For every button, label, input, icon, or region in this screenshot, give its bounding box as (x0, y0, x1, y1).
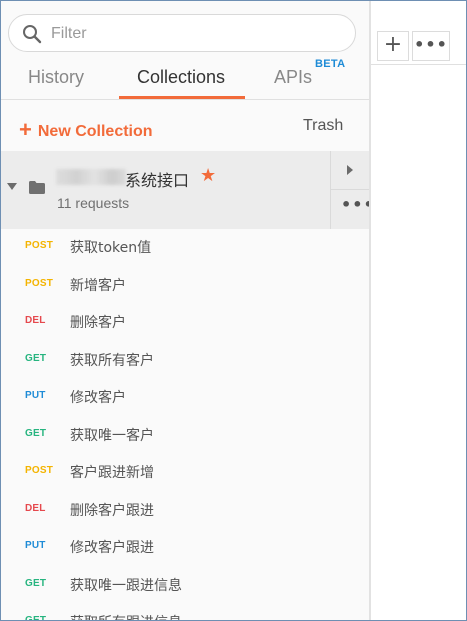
tabs-divider (1, 99, 370, 100)
request-item[interactable]: POST 新增客户 (1, 267, 370, 305)
method-badge: DEL (25, 502, 46, 514)
tab-apis[interactable]: APIsBETA (274, 58, 345, 88)
collection-actions: ••• (330, 151, 370, 229)
tab-collections[interactable]: Collections (137, 67, 225, 88)
trash-button[interactable]: Trash (303, 117, 343, 135)
method-badge: PUT (25, 390, 46, 401)
app-window: History Collections APIsBETA + New Collec… (0, 0, 467, 621)
main-pane: + ••• (371, 1, 466, 620)
search-input[interactable] (51, 22, 341, 46)
request-item[interactable]: POST 客户跟进新增 (1, 454, 370, 492)
method-badge: POST (25, 465, 54, 476)
request-list: POST 获取token值 POST 新增客户 DEL 删除客户 GET 获取所有客户 PUT 修… (1, 229, 370, 621)
sidebar-tabs: History Collections APIsBETA (1, 58, 370, 101)
chevron-right-icon[interactable] (347, 165, 353, 175)
method-badge: GET (25, 427, 47, 439)
method-badge: PUT (25, 540, 46, 551)
new-collection-button[interactable]: + New Collection (19, 116, 153, 142)
more-options-icon[interactable]: ••• (341, 197, 370, 213)
request-name: 获取唯一客户 (70, 427, 154, 444)
folder-icon (29, 181, 45, 194)
plus-icon: + (19, 117, 32, 142)
request-item[interactable]: PUT 修改客户 (1, 379, 370, 417)
request-name: 获取所有客户 (70, 352, 154, 369)
redacted-text (56, 169, 126, 185)
divider (331, 189, 370, 190)
method-badge: POST (25, 277, 54, 289)
collection-name: 系统接口 (125, 171, 190, 190)
tab-history[interactable]: History (28, 67, 84, 88)
new-tab-button[interactable]: + (377, 31, 409, 61)
request-name: 删除客户跟进 (70, 502, 154, 519)
request-item[interactable]: DEL 删除客户跟进 (1, 492, 370, 530)
request-item[interactable]: GET 获取所有客户 (1, 342, 370, 380)
request-name: 获取token值 (70, 240, 152, 256)
request-item[interactable]: GET 获取所有跟进信息 (1, 604, 370, 621)
star-icon[interactable]: ★ (200, 165, 216, 186)
request-name: 客户跟进新增 (70, 465, 154, 481)
method-badge: GET (25, 352, 47, 364)
collection-request-count: 11 requests (57, 195, 130, 211)
request-name: 新增客户 (70, 277, 126, 294)
more-tabs-button[interactable]: ••• (412, 31, 450, 61)
request-item[interactable]: PUT 修改客户跟进 (1, 529, 370, 567)
sidebar: History Collections APIsBETA + New Collec… (1, 1, 370, 621)
request-name: 修改客户 (70, 390, 126, 406)
request-name: 获取唯一跟进信息 (70, 577, 182, 594)
request-name: 修改客户跟进 (70, 540, 154, 556)
tab-apis-label: APIs (274, 67, 313, 87)
search-icon (23, 25, 42, 44)
method-badge: GET (25, 615, 47, 621)
new-collection-label: New Collection (37, 123, 153, 140)
request-name: 删除客户 (70, 315, 126, 331)
collection-item[interactable]: 系统接口 ★ 11 requests ••• (1, 151, 370, 229)
request-item[interactable]: GET 获取唯一客户 (1, 417, 370, 455)
method-badge: POST (25, 240, 54, 251)
request-name: 获取所有跟进信息 (70, 612, 182, 620)
request-item[interactable]: GET 获取唯一跟进信息 (1, 567, 370, 605)
method-badge: DEL (25, 315, 46, 326)
request-item[interactable]: POST 获取token值 (1, 229, 370, 267)
beta-badge: BETA (315, 58, 346, 70)
filter-box[interactable] (8, 14, 356, 52)
method-badge: GET (25, 577, 47, 589)
request-item[interactable]: DEL 删除客户 (1, 304, 370, 342)
chevron-down-icon[interactable] (7, 183, 17, 190)
